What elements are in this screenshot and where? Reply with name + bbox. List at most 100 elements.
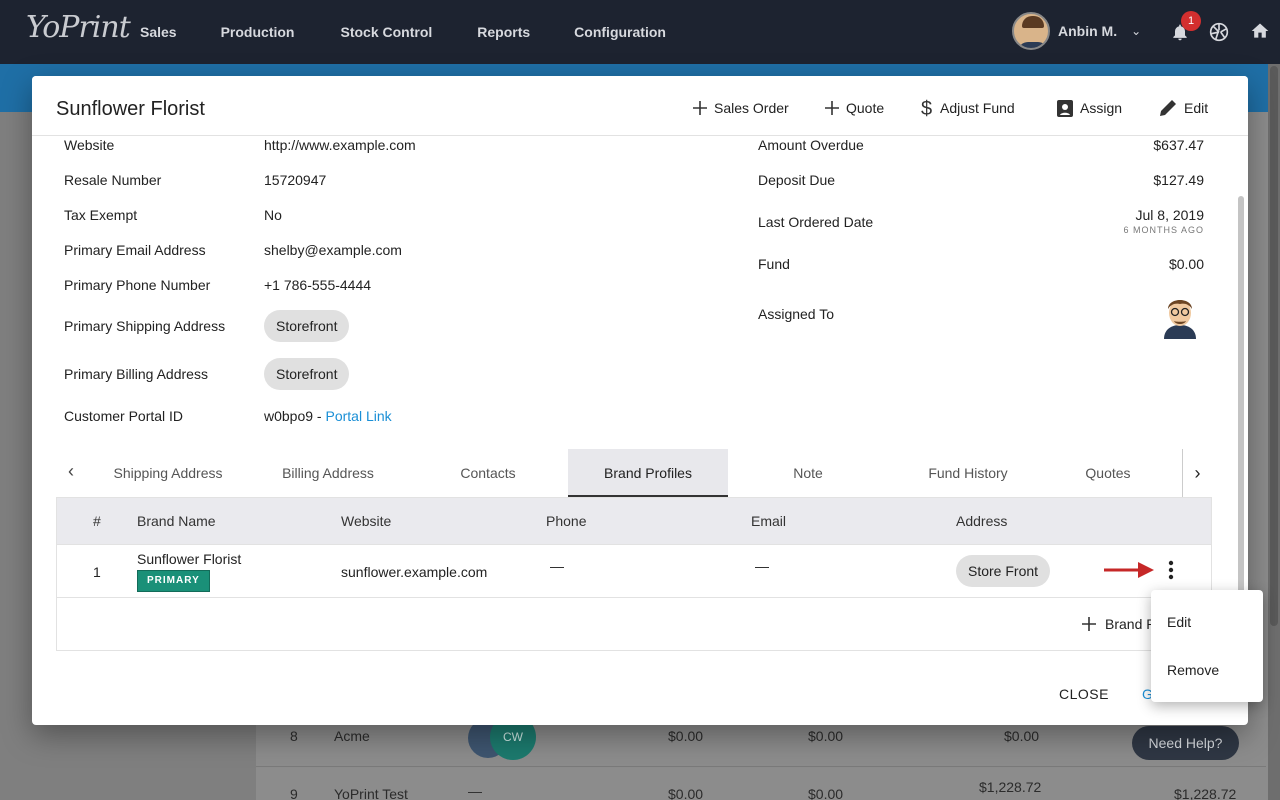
bg-cell: — <box>468 783 482 799</box>
billing-address-chip[interactable]: Storefront <box>264 358 350 390</box>
phone-label: Primary Phone Number <box>64 277 211 293</box>
bg-cell: $1,228.72 <box>1174 786 1237 800</box>
quote-label: Quote <box>846 100 885 116</box>
assigned-user-avatar[interactable] <box>1160 291 1200 339</box>
yoprint-logo[interactable]: YoPrint <box>26 10 131 45</box>
assign-label: Assign <box>1080 100 1123 116</box>
col-phone: Phone <box>546 513 587 529</box>
customer-modal: Sunflower Florist Sales Order Quote $ Ad… <box>32 76 1248 725</box>
nav-stock-control[interactable]: Stock Control <box>340 24 432 40</box>
top-nav: YoPrint Sales Production Stock Control R… <box>0 0 1280 64</box>
svg-text:$: $ <box>921 98 932 118</box>
user-menu[interactable]: Anbin M. ⌄ <box>1012 12 1141 50</box>
home-icon[interactable] <box>1250 21 1270 41</box>
assignment-ind-icon <box>1057 100 1073 117</box>
tab-brand-profiles[interactable]: Brand Profiles <box>568 449 728 497</box>
user-avatar <box>1012 12 1050 50</box>
shipping-address-chip[interactable]: Storefront <box>264 310 350 342</box>
adjust-fund-label: Adjust Fund <box>940 100 1015 116</box>
bg-cell: $0.00 <box>808 786 844 800</box>
bg-cell: $0.00 <box>1004 728 1040 744</box>
nav-production[interactable]: Production <box>221 24 295 40</box>
col-address: Address <box>956 513 1008 529</box>
red-arrow-annotation <box>1104 562 1154 578</box>
col-email: Email <box>751 513 787 529</box>
modal-header: Sunflower Florist Sales Order Quote $ Ad… <box>32 76 1248 136</box>
col-number: # <box>93 513 101 529</box>
bg-cell: $0.00 <box>808 728 844 744</box>
add-brand-profile-label: Brand P <box>1105 616 1156 632</box>
row-email: — <box>755 558 769 574</box>
customer-tabs: ‹ Shipping Address Billing Address Conta… <box>56 449 1212 497</box>
deposit-due-value: $127.49 <box>1153 172 1204 188</box>
bg-row-name: YoPrint Test <box>334 786 408 800</box>
tax-exempt-value: No <box>264 207 282 223</box>
portal-link[interactable]: Portal Link <box>325 408 391 424</box>
close-button[interactable]: CLOSE <box>1059 686 1109 702</box>
last-ordered-value: Jul 8, 2019 <box>1135 207 1205 223</box>
aperture-icon[interactable] <box>1209 22 1229 42</box>
table-row: 1 Sunflower Florist PRIMARY sunflower.ex… <box>57 544 1211 598</box>
bg-cell: $0.00 <box>668 786 704 800</box>
modal-scrollbar[interactable] <box>1238 196 1244 596</box>
amount-overdue-value: $637.47 <box>1153 137 1204 153</box>
user-name: Anbin M. <box>1058 23 1118 39</box>
nav-reports[interactable]: Reports <box>477 24 530 40</box>
email-label: Primary Email Address <box>64 242 206 258</box>
resale-number-label: Resale Number <box>64 172 162 188</box>
chevron-down-icon: ⌄ <box>1131 24 1142 38</box>
tab-contacts[interactable]: Contacts <box>408 449 568 497</box>
sales-order-button[interactable]: Sales Order <box>692 94 789 122</box>
plus-icon <box>1082 617 1096 631</box>
amount-overdue-label: Amount Overdue <box>758 137 864 153</box>
deposit-due-label: Deposit Due <box>758 172 836 188</box>
bg-cell: $0.00 <box>668 728 704 744</box>
tab-quotes[interactable]: Quotes <box>1048 449 1168 497</box>
row-number: 1 <box>93 564 101 580</box>
row-address-chip[interactable]: Store Front <box>956 555 1051 587</box>
assign-button[interactable]: Assign <box>1056 94 1122 122</box>
website-value: http://www.example.com <box>264 137 416 153</box>
email-value: shelby@example.com <box>264 242 402 258</box>
modal-title: Sunflower Florist <box>56 98 205 120</box>
portal-id-value: w0bpo9 - Portal Link <box>264 408 392 424</box>
bg-row-num: 9 <box>290 786 298 800</box>
website-label: Website <box>64 137 115 153</box>
row-phone: — <box>550 558 564 574</box>
page-scrollbar-thumb[interactable] <box>1270 66 1278 626</box>
tab-scroll-left-icon[interactable]: ‹ <box>56 461 86 485</box>
dollar-icon: $ <box>921 98 932 118</box>
edit-button[interactable]: Edit <box>1158 94 1208 122</box>
tab-billing-address[interactable]: Billing Address <box>248 449 408 497</box>
pencil-icon <box>1160 100 1176 116</box>
row-actions-menu: Edit Remove <box>1151 590 1263 702</box>
row-brand-name: Sunflower Florist <box>137 551 242 567</box>
nav-configuration[interactable]: Configuration <box>574 24 666 40</box>
quote-button[interactable]: Quote <box>824 94 884 122</box>
tax-exempt-label: Tax Exempt <box>64 207 138 223</box>
bg-row-name: Acme <box>334 728 370 744</box>
plus-icon <box>693 101 707 115</box>
bg-row-num: 8 <box>290 728 298 744</box>
fund-label: Fund <box>758 256 790 272</box>
need-help-button[interactable]: Need Help? <box>1132 726 1239 760</box>
menu-item-remove[interactable]: Remove <box>1167 662 1219 678</box>
row-website: sunflower.example.com <box>341 564 488 580</box>
menu-item-edit[interactable]: Edit <box>1167 614 1191 630</box>
more-options-icon[interactable] <box>1162 559 1180 581</box>
tab-scroll-right-icon[interactable]: › <box>1182 449 1212 497</box>
bg-row-divider <box>256 766 1266 767</box>
last-ordered-label: Last Ordered Date <box>758 214 874 230</box>
tab-fund-history[interactable]: Fund History <box>888 449 1048 497</box>
tab-shipping-address[interactable]: Shipping Address <box>88 449 248 497</box>
resale-number-value: 15720947 <box>264 172 327 188</box>
adjust-fund-button[interactable]: $ Adjust Fund <box>920 94 1015 122</box>
brand-profiles-table: # Brand Name Website Phone Email Address… <box>56 497 1212 651</box>
tab-note[interactable]: Note <box>728 449 888 497</box>
nav-sales[interactable]: Sales <box>140 24 177 40</box>
shipping-address-label: Primary Shipping Address <box>64 318 226 334</box>
last-ordered-relative: 6 MONTHS AGO <box>1123 225 1204 235</box>
add-brand-profile-button[interactable]: Brand P <box>1081 616 1156 632</box>
portal-id-text: w0bpo9 - <box>264 408 326 424</box>
portal-id-label: Customer Portal ID <box>64 408 184 424</box>
